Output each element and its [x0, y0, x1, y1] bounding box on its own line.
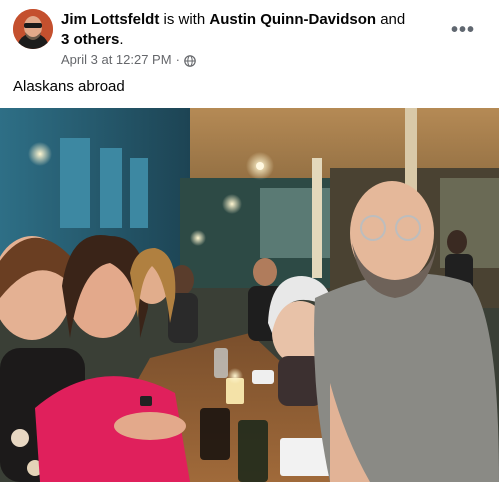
- others-link[interactable]: 3 others: [61, 31, 119, 48]
- author-name[interactable]: Jim Lottsfeldt: [61, 11, 159, 28]
- post-bottom-spacer: [0, 483, 499, 490]
- period-text: .: [119, 31, 124, 48]
- and-text: and: [376, 11, 406, 28]
- meta-separator: ·: [175, 52, 180, 67]
- post-header: Jim Lottsfeldt is with Austin Quinn-Davi…: [0, 0, 499, 70]
- with-text: is with: [159, 11, 210, 28]
- author-line: Jim Lottsfeldt is with Austin Quinn-Davi…: [61, 10, 441, 50]
- tagged-person-link[interactable]: Austin Quinn-Davidson: [209, 11, 376, 28]
- more-options-icon: •••: [450, 19, 475, 41]
- facebook-post: Jim Lottsfeldt is with Austin Quinn-Davi…: [0, 0, 499, 490]
- post-caption: Alaskans abroad: [13, 78, 125, 95]
- globe-icon: [184, 54, 196, 67]
- post-photo[interactable]: [0, 108, 499, 482]
- post-timestamp[interactable]: April 3 at 12:27 PM: [61, 51, 172, 69]
- post-meta: April 3 at 12:27 PM ·: [61, 51, 196, 69]
- author-avatar[interactable]: [13, 9, 53, 49]
- more-options-button[interactable]: •••: [445, 12, 481, 48]
